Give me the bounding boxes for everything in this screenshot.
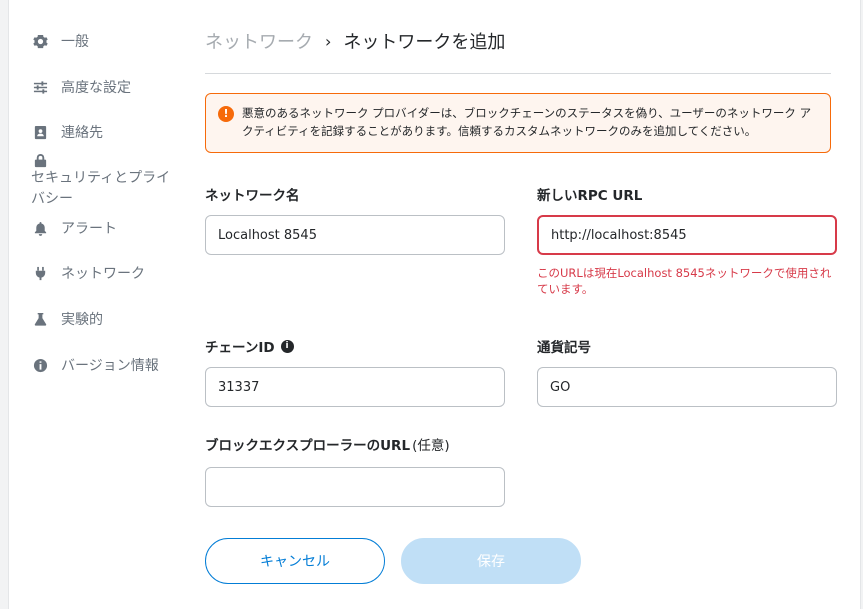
currency-symbol-label: 通貨記号 [537,336,837,356]
currency-symbol-label-text: 通貨記号 [537,340,591,356]
chain-id-input[interactable]: 31337 [205,367,505,407]
rpc-url-label: 新しいRPC URL [537,184,837,204]
sidebar-item-about[interactable]: バージョン情報 [31,355,159,375]
warning-text: 悪意のあるネットワーク プロバイダーは、ブロックチェーンのステータスを偽り、ユー… [242,106,812,138]
save-button[interactable]: 保存 [401,538,581,584]
sidebar-item-label: バージョン情報 [61,358,159,374]
sidebar-item-label: 実験的 [61,312,103,328]
network-name-field: ネットワーク名 Localhost 8545 [205,184,505,255]
currency-symbol-field: 通貨記号 GO [537,336,837,407]
network-name-label: ネットワーク名 [205,184,505,204]
block-explorer-label-text: ブロックエクスプローラーのURL [205,438,411,454]
sidebar-item-label: アラート [61,221,117,237]
breadcrumb: ネットワーク › ネットワークを追加 [205,28,505,54]
block-explorer-input[interactable] [205,467,505,507]
breadcrumb-networks-link[interactable]: ネットワーク [205,28,313,54]
optional-tag: (任意) [412,438,450,454]
settings-sidebar: 一般 高度な設定 連絡先 セキュリティとプライバシー アラート ネットワーク 実… [9,0,184,609]
block-explorer-field: ブロックエクスプローラーのURL (任意) [205,434,505,507]
sidebar-item-label: ネットワーク [61,266,145,282]
currency-symbol-input[interactable]: GO [537,367,837,407]
lock-icon [31,152,49,168]
contact-book-icon [31,123,49,141]
bell-icon [31,219,49,237]
sidebar-item-alerts[interactable]: アラート [31,218,117,238]
flask-icon [31,310,49,328]
header-divider [205,73,831,74]
network-name-input[interactable]: Localhost 8545 [205,215,505,255]
sliders-icon [31,78,49,96]
cancel-button[interactable]: キャンセル [205,538,385,584]
plug-icon [31,264,49,282]
sidebar-item-experimental[interactable]: 実験的 [31,309,103,329]
info-icon[interactable]: i [280,339,294,353]
sidebar-item-label: 一般 [61,34,89,50]
chevron-right-icon: › [325,31,332,51]
network-name-label-text: ネットワーク名 [205,188,300,204]
sidebar-item-advanced[interactable]: 高度な設定 [31,77,131,97]
sidebar-item-label: セキュリティとプライバシー [31,170,171,207]
gear-icon [31,32,49,50]
rpc-url-input[interactable]: http://localhost:8545 [537,215,837,255]
warning-icon: ! [218,106,234,122]
chain-id-field: チェーンID i 31337 [205,336,505,407]
chain-id-label: チェーンID i [205,336,505,356]
chain-id-label-text: チェーンID [205,340,275,356]
rpc-url-field: 新しいRPC URL http://localhost:8545 このURLは現… [537,184,837,297]
sidebar-item-contacts[interactable]: 連絡先 [31,122,103,142]
settings-panel: 一般 高度な設定 連絡先 セキュリティとプライバシー アラート ネットワーク 実… [8,0,861,609]
block-explorer-label: ブロックエクスプローラーのURL (任意) [205,434,505,454]
page-title: ネットワークを追加 [343,32,506,53]
sidebar-item-general[interactable]: 一般 [31,31,89,51]
rpc-url-error: このURLは現在Localhost 8545ネットワークで使用されています。 [537,266,832,296]
info-circle-icon [31,356,49,374]
sidebar-item-networks[interactable]: ネットワーク [31,263,145,283]
warning-banner: ! 悪意のあるネットワーク プロバイダーは、ブロックチェーンのステータスを偽り、… [205,93,831,153]
add-network-form: ネットワーク › ネットワークを追加 ! 悪意のあるネットワーク プロバイダーは… [205,0,837,609]
sidebar-item-label: 高度な設定 [61,80,131,96]
sidebar-item-label: 連絡先 [61,125,103,141]
sidebar-item-security-privacy[interactable]: セキュリティとプライバシー [31,152,181,210]
rpc-url-label-text: 新しいRPC URL [537,188,643,204]
